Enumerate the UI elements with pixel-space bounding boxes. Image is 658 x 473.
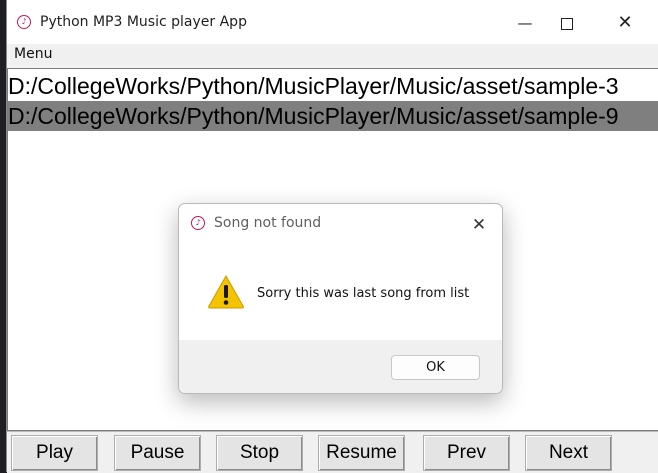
maximize-icon[interactable] bbox=[545, 6, 589, 40]
list-item-selected[interactable]: D:/CollegeWorks/Python/MusicPlayer/Music… bbox=[8, 101, 658, 131]
dialog-title: Song not found bbox=[214, 215, 322, 231]
pause-button[interactable]: Pause bbox=[114, 435, 201, 471]
dialog-close-icon[interactable]: ✕ bbox=[466, 212, 492, 238]
dialog-message: Sorry this was last song from list bbox=[257, 286, 470, 301]
music-note-icon: ♪ bbox=[191, 216, 205, 230]
window-title: Python MP3 Music player App bbox=[40, 14, 247, 30]
menu-bar: Menu bbox=[7, 44, 658, 66]
close-icon[interactable]: ✕ bbox=[603, 6, 647, 40]
menu-item-menu[interactable]: Menu bbox=[14, 46, 52, 62]
stop-button[interactable]: Stop bbox=[216, 435, 303, 471]
control-bar: Play Pause Stop Resume Prev Next bbox=[7, 431, 658, 473]
resume-button[interactable]: Resume bbox=[318, 435, 405, 471]
warning-icon bbox=[208, 274, 244, 309]
play-button[interactable]: Play bbox=[11, 435, 98, 471]
song-not-found-dialog: ♪ Song not found ✕ Sorry this was last s… bbox=[178, 203, 503, 394]
dialog-footer: OK bbox=[179, 340, 502, 393]
music-note-icon: ♪ bbox=[17, 15, 31, 29]
minimize-icon[interactable]: — bbox=[503, 6, 547, 40]
next-button[interactable]: Next bbox=[525, 435, 612, 471]
title-bar: ♪ Python MP3 Music player App — ✕ bbox=[7, 0, 658, 44]
list-item[interactable]: D:/CollegeWorks/Python/MusicPlayer/Music… bbox=[8, 71, 658, 101]
ok-button[interactable]: OK bbox=[391, 355, 480, 380]
prev-button[interactable]: Prev bbox=[423, 435, 510, 471]
